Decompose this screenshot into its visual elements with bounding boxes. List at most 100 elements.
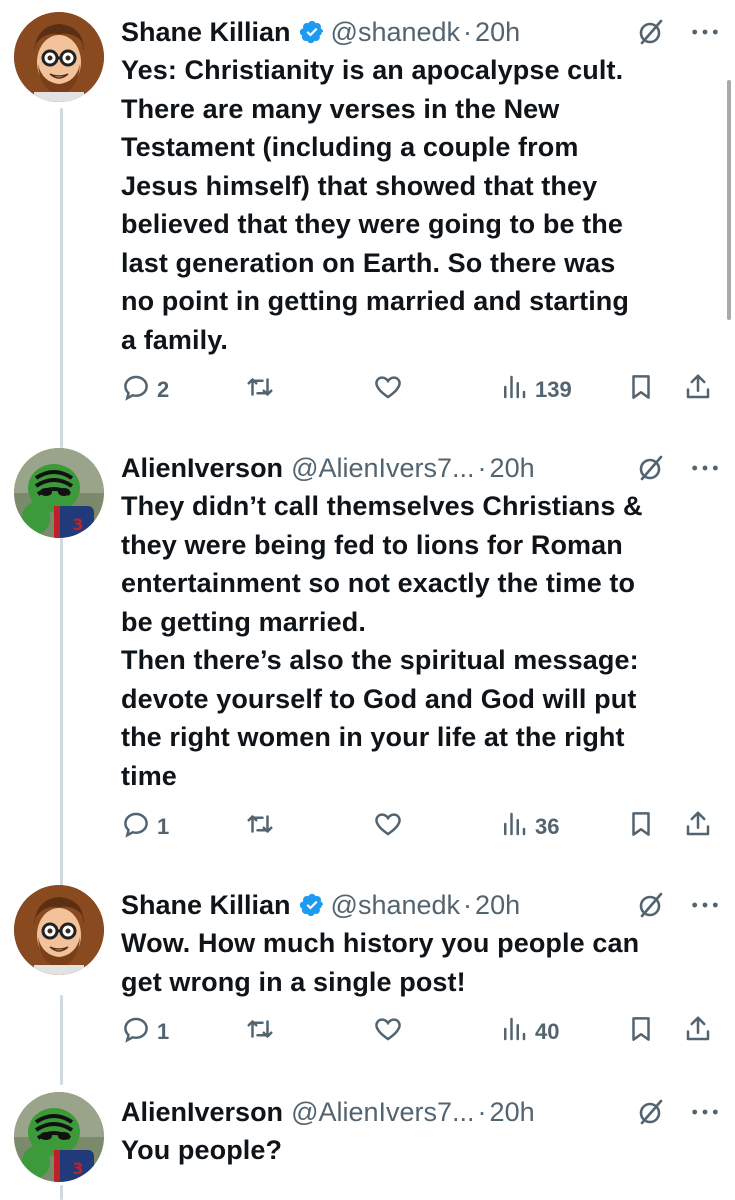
reply-button[interactable]: 1 bbox=[121, 1014, 169, 1050]
svg-text:3: 3 bbox=[72, 1159, 83, 1178]
author-handle[interactable]: @AlienIvers7... bbox=[291, 448, 474, 488]
bookmark-icon bbox=[626, 372, 656, 408]
tweet-text-line: entertainment so not exactly the time to bbox=[121, 568, 636, 598]
author-handle[interactable]: @shanedk bbox=[331, 885, 461, 925]
bookmark-button[interactable] bbox=[626, 372, 656, 408]
more-icon[interactable] bbox=[689, 891, 721, 919]
repost-icon bbox=[245, 809, 275, 845]
tweet-text: Wow. How much history you people can get… bbox=[121, 924, 721, 1001]
tweet-text-line: a family. bbox=[121, 324, 228, 355]
repost-button[interactable] bbox=[245, 1014, 275, 1050]
tweet[interactable]: 3 AlienIverson @AlienIvers7... · 20h The… bbox=[0, 448, 735, 868]
reply-count: 2 bbox=[157, 377, 170, 402]
grok-icon[interactable] bbox=[637, 18, 665, 46]
avatar-shane[interactable] bbox=[14, 12, 104, 102]
share-button[interactable] bbox=[683, 809, 713, 845]
repost-button[interactable] bbox=[245, 372, 275, 408]
separator: · bbox=[463, 17, 473, 47]
avatar-shane[interactable] bbox=[14, 885, 104, 975]
views-count: 139 bbox=[535, 377, 572, 402]
views-button[interactable]: 36 bbox=[499, 809, 559, 845]
share-icon bbox=[683, 809, 713, 845]
tweet-text-line: they were being fed to lions for Roman bbox=[121, 529, 623, 560]
tweet-text-line: be getting married. bbox=[121, 606, 366, 637]
tweet-text: Yes: Christianity is an apocalypse cult.… bbox=[121, 51, 721, 359]
bookmark-icon bbox=[626, 809, 656, 845]
timestamp[interactable]: 20h bbox=[490, 1092, 535, 1132]
author-name[interactable]: Shane Killian bbox=[121, 885, 291, 925]
grok-icon[interactable] bbox=[637, 891, 665, 919]
share-button[interactable] bbox=[683, 372, 713, 408]
reply-button[interactable]: 1 bbox=[121, 809, 169, 845]
share-button[interactable] bbox=[683, 1014, 713, 1050]
verified-badge-icon bbox=[299, 19, 325, 45]
timestamp[interactable]: 20h bbox=[475, 12, 520, 52]
tweet-text-line: Wow. How much history you people can bbox=[121, 928, 640, 958]
more-icon[interactable] bbox=[689, 454, 721, 482]
bookmark-button[interactable] bbox=[626, 1014, 656, 1050]
tweet-text-line: Yes: Christianity is an apocalypse cult. bbox=[121, 55, 624, 85]
tweet[interactable]: 3 AlienIverson @AlienIvers7... · 20h You… bbox=[0, 1092, 735, 1200]
bookmark-icon bbox=[626, 1014, 656, 1050]
tweet-text-line: devote yourself to God and God will put bbox=[121, 683, 637, 714]
tweet-text-line: Jesus himself) that showed that they bbox=[121, 170, 598, 201]
heart-icon bbox=[373, 372, 403, 408]
tweet-text-line: There are many verses in the New bbox=[121, 93, 560, 124]
tweet-text-line: You people? bbox=[121, 1135, 283, 1165]
tweet-text: You people? bbox=[121, 1131, 721, 1170]
like-button[interactable] bbox=[373, 1014, 403, 1050]
tweet-text-line: Testament (including a couple from bbox=[121, 132, 579, 162]
tweet-text-line: They didn’t call themselves Christians & bbox=[121, 491, 643, 521]
grok-icon[interactable] bbox=[637, 454, 665, 482]
share-icon bbox=[683, 1014, 713, 1050]
reply-button[interactable]: 2 bbox=[121, 372, 169, 408]
views-button[interactable]: 139 bbox=[499, 372, 572, 408]
views-count: 40 bbox=[535, 1019, 560, 1044]
bookmark-button[interactable] bbox=[626, 809, 656, 845]
tweet-text-line: the right women in your life at the righ… bbox=[121, 722, 625, 752]
timestamp[interactable]: 20h bbox=[490, 448, 535, 488]
reply-icon bbox=[121, 1014, 151, 1050]
tweet-text-line: no point in getting married and starting bbox=[121, 286, 629, 316]
action-bar: 1 40 bbox=[121, 1014, 721, 1050]
reply-icon bbox=[121, 372, 151, 408]
share-icon bbox=[683, 372, 713, 408]
author-name[interactable]: Shane Killian bbox=[121, 12, 291, 52]
author-handle[interactable]: @AlienIvers7... bbox=[291, 1092, 474, 1132]
repost-icon bbox=[245, 372, 275, 408]
tweet-text-line: get wrong in a single post! bbox=[121, 966, 466, 997]
views-icon bbox=[499, 809, 529, 845]
like-button[interactable] bbox=[373, 372, 403, 408]
heart-icon bbox=[373, 809, 403, 845]
reply-count: 1 bbox=[157, 1019, 170, 1044]
action-bar: 1 36 bbox=[121, 809, 721, 845]
grok-icon[interactable] bbox=[637, 1098, 665, 1126]
author-handle[interactable]: @shanedk bbox=[331, 12, 461, 52]
author-name[interactable]: AlienIverson bbox=[121, 448, 283, 488]
tweet-text-line: time bbox=[121, 760, 177, 791]
tweet[interactable]: Shane Killian @shanedk · 20h Wow. How mu… bbox=[0, 885, 735, 1065]
author-name[interactable]: AlienIverson bbox=[121, 1092, 283, 1132]
repost-button[interactable] bbox=[245, 809, 275, 845]
heart-icon bbox=[373, 1014, 403, 1050]
tweet[interactable]: Shane Killian @shanedk · 20h Yes: Christ… bbox=[0, 12, 735, 412]
avatar-alieniverson[interactable]: 3 bbox=[14, 1092, 104, 1182]
more-icon[interactable] bbox=[689, 18, 721, 46]
separator: · bbox=[463, 890, 473, 920]
avatar-alieniverson[interactable]: 3 bbox=[14, 448, 104, 538]
action-bar: 2 139 bbox=[121, 372, 721, 408]
views-icon bbox=[499, 372, 529, 408]
like-button[interactable] bbox=[373, 809, 403, 845]
timestamp[interactable]: 20h bbox=[475, 885, 520, 925]
reply-icon bbox=[121, 809, 151, 845]
tweet-text: They didn’t call themselves Christians &… bbox=[121, 487, 721, 795]
svg-text:3: 3 bbox=[72, 515, 83, 534]
reply-count: 1 bbox=[157, 814, 170, 839]
verified-badge-icon bbox=[299, 892, 325, 918]
repost-icon bbox=[245, 1014, 275, 1050]
separator: · bbox=[477, 1097, 487, 1127]
more-icon[interactable] bbox=[689, 1098, 721, 1126]
tweet-text-line: last generation on Earth. So there was bbox=[121, 247, 616, 278]
views-icon bbox=[499, 1014, 529, 1050]
views-button[interactable]: 40 bbox=[499, 1014, 559, 1050]
